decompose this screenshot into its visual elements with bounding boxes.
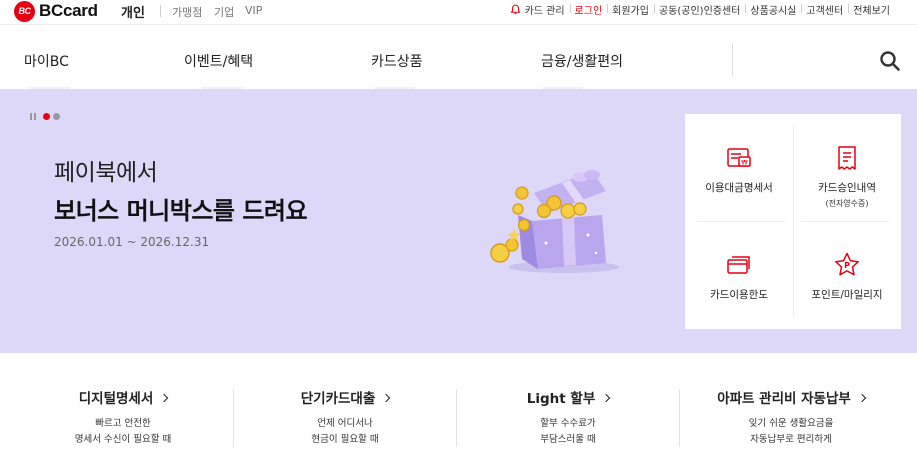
bc-logo-text: BCcard bbox=[39, 1, 98, 20]
bccard-logo[interactable]: BC BCcard bbox=[14, 0, 98, 22]
slide-dot-active[interactable] bbox=[43, 113, 50, 120]
service-description: 언제 어디서나현금이 필요할 때 bbox=[234, 416, 456, 448]
top-bar: BC BCcard 개인 가맹점 기업 VIP 카드 관리 로그인 회원가입 공… bbox=[0, 0, 917, 24]
service-desc-line: 현금이 필요할 때 bbox=[311, 434, 379, 445]
svg-text:P: P bbox=[844, 261, 850, 270]
card-manage-label: 카드 관리 bbox=[524, 5, 565, 17]
service-title-text: 단기카드대출 bbox=[300, 391, 376, 407]
hero-headline: 페이북에서 bbox=[54, 160, 158, 186]
nav-item-my-bc[interactable]: 마이BC bbox=[24, 51, 69, 71]
service-title-text: 디지털명세서 bbox=[78, 391, 154, 407]
service-digital-statement[interactable]: 디지털명세서 빠르고 안전한명세서 수신이 필요할 때 bbox=[12, 387, 234, 448]
gift-box-coins-illustration bbox=[490, 170, 619, 273]
hero-banner[interactable]: 페이북에서 보너스 머니박스를 드려요 2026.01.01 ~ 2026.12… bbox=[0, 89, 917, 353]
service-title-text: Light 할부 bbox=[526, 391, 596, 407]
service-desc-line: 언제 어디서나 bbox=[317, 418, 373, 429]
service-description: 할부 수수료가부담스러울 때 bbox=[457, 416, 679, 448]
service-description: 잊기 쉬운 생활요금을자동납부로 편리하게 bbox=[680, 416, 902, 448]
join-link[interactable]: 회원가입 bbox=[607, 2, 654, 17]
segment-vip[interactable]: VIP bbox=[245, 4, 262, 17]
bc-logo-mark: BC bbox=[14, 0, 35, 22]
service-desc-line: 자동납부로 편리하게 bbox=[750, 434, 832, 445]
service-light-installment[interactable]: Light 할부 할부 수수료가부담스러울 때 bbox=[457, 387, 679, 448]
quick-label: 카드승인내역 bbox=[818, 182, 876, 194]
cert-center-link[interactable]: 공동(공인)인증센터 bbox=[653, 2, 745, 17]
service-title: Light 할부 bbox=[457, 387, 679, 407]
quick-sublabel: (전자영수증) bbox=[825, 199, 869, 208]
receipt-icon bbox=[838, 146, 856, 170]
quick-menu-panel: ₩ 이용대금명세서 카드승인내역 (전자영수증) 카드이용한도 P 포인트/마일… bbox=[685, 114, 901, 329]
quick-item-points[interactable]: P 포인트/마일리지 bbox=[793, 221, 901, 328]
slide-pager bbox=[30, 113, 63, 120]
segment-corporate[interactable]: 기업 bbox=[214, 4, 234, 20]
chevron-right-icon bbox=[160, 393, 169, 403]
quick-label: 카드이용한도 bbox=[710, 289, 768, 301]
nav-item-events[interactable]: 이벤트/혜택 bbox=[184, 51, 253, 71]
service-desc-line: 명세서 수신이 필요할 때 bbox=[74, 434, 172, 445]
service-title-text: 아파트 관리비 자동납부 bbox=[717, 391, 851, 407]
card-limit-icon bbox=[727, 256, 750, 274]
service-desc-line: 할부 수수료가 bbox=[540, 418, 596, 429]
service-description: 빠르고 안전한명세서 수신이 필요할 때 bbox=[12, 416, 234, 448]
nav-divider bbox=[732, 43, 733, 76]
service-desc-line: 잊기 쉬운 생활요금을 bbox=[748, 418, 834, 429]
slide-dot[interactable] bbox=[53, 113, 60, 120]
bell-icon bbox=[510, 4, 521, 14]
service-apartment-autopay[interactable]: 아파트 관리비 자동납부 잊기 쉬운 생활요금을자동납부로 편리하게 bbox=[680, 387, 902, 448]
quick-item-card-limit[interactable]: 카드이용한도 bbox=[685, 221, 793, 328]
card-manage-link[interactable]: 카드 관리 bbox=[505, 2, 570, 17]
svg-text:₩: ₩ bbox=[741, 159, 748, 167]
service-short-term-loan[interactable]: 단기카드대출 언제 어디서나현금이 필요할 때 bbox=[234, 387, 456, 448]
search-icon[interactable] bbox=[879, 50, 901, 72]
service-strip: 디지털명세서 빠르고 안전한명세서 수신이 필요할 때 단기카드대출 언제 어디… bbox=[0, 353, 917, 472]
nav-item-card-products[interactable]: 카드상품 bbox=[371, 51, 423, 71]
quick-label: 이용대금명세서 bbox=[705, 182, 773, 194]
segment-personal[interactable]: 개인 bbox=[121, 2, 145, 21]
utility-menu: 카드 관리 로그인 회원가입 공동(공인)인증센터 상품공시실 고객센터 전체보… bbox=[505, 2, 895, 17]
service-title: 디지털명세서 bbox=[12, 387, 234, 407]
service-desc-line: 부담스러울 때 bbox=[540, 434, 596, 445]
hero-headline-bold: 보너스 머니박스를 드려요 bbox=[54, 197, 308, 225]
quick-label: 포인트/마일리지 bbox=[811, 289, 883, 301]
service-title: 아파트 관리비 자동납부 bbox=[680, 387, 902, 407]
product-notice-link[interactable]: 상품공시실 bbox=[745, 2, 801, 17]
quick-item-bill-statement[interactable]: ₩ 이용대금명세서 bbox=[685, 114, 793, 221]
chevron-right-icon bbox=[602, 393, 611, 403]
main-nav: 마이BC 이벤트/혜택 카드상품 금융/생활편의 bbox=[0, 24, 917, 89]
service-title: 단기카드대출 bbox=[234, 387, 456, 407]
view-all-link[interactable]: 전체보기 bbox=[848, 2, 895, 17]
segment-merchant[interactable]: 가맹점 bbox=[172, 4, 202, 20]
segment-divider bbox=[160, 5, 161, 17]
hero-period: 2026.01.01 ~ 2026.12.31 bbox=[54, 235, 210, 249]
point-star-icon: P bbox=[835, 252, 859, 276]
login-link[interactable]: 로그인 bbox=[569, 2, 608, 17]
pause-icon[interactable] bbox=[30, 113, 36, 120]
nav-item-finance-life[interactable]: 금융/생활편의 bbox=[541, 51, 623, 71]
service-desc-line: 빠르고 안전한 bbox=[95, 418, 151, 429]
chevron-right-icon bbox=[857, 393, 867, 403]
bill-statement-icon: ₩ bbox=[727, 148, 751, 167]
customer-center-link[interactable]: 고객센터 bbox=[801, 2, 848, 17]
quick-item-approval-history[interactable]: 카드승인내역 (전자영수증) bbox=[793, 114, 901, 221]
chevron-right-icon bbox=[382, 393, 391, 403]
